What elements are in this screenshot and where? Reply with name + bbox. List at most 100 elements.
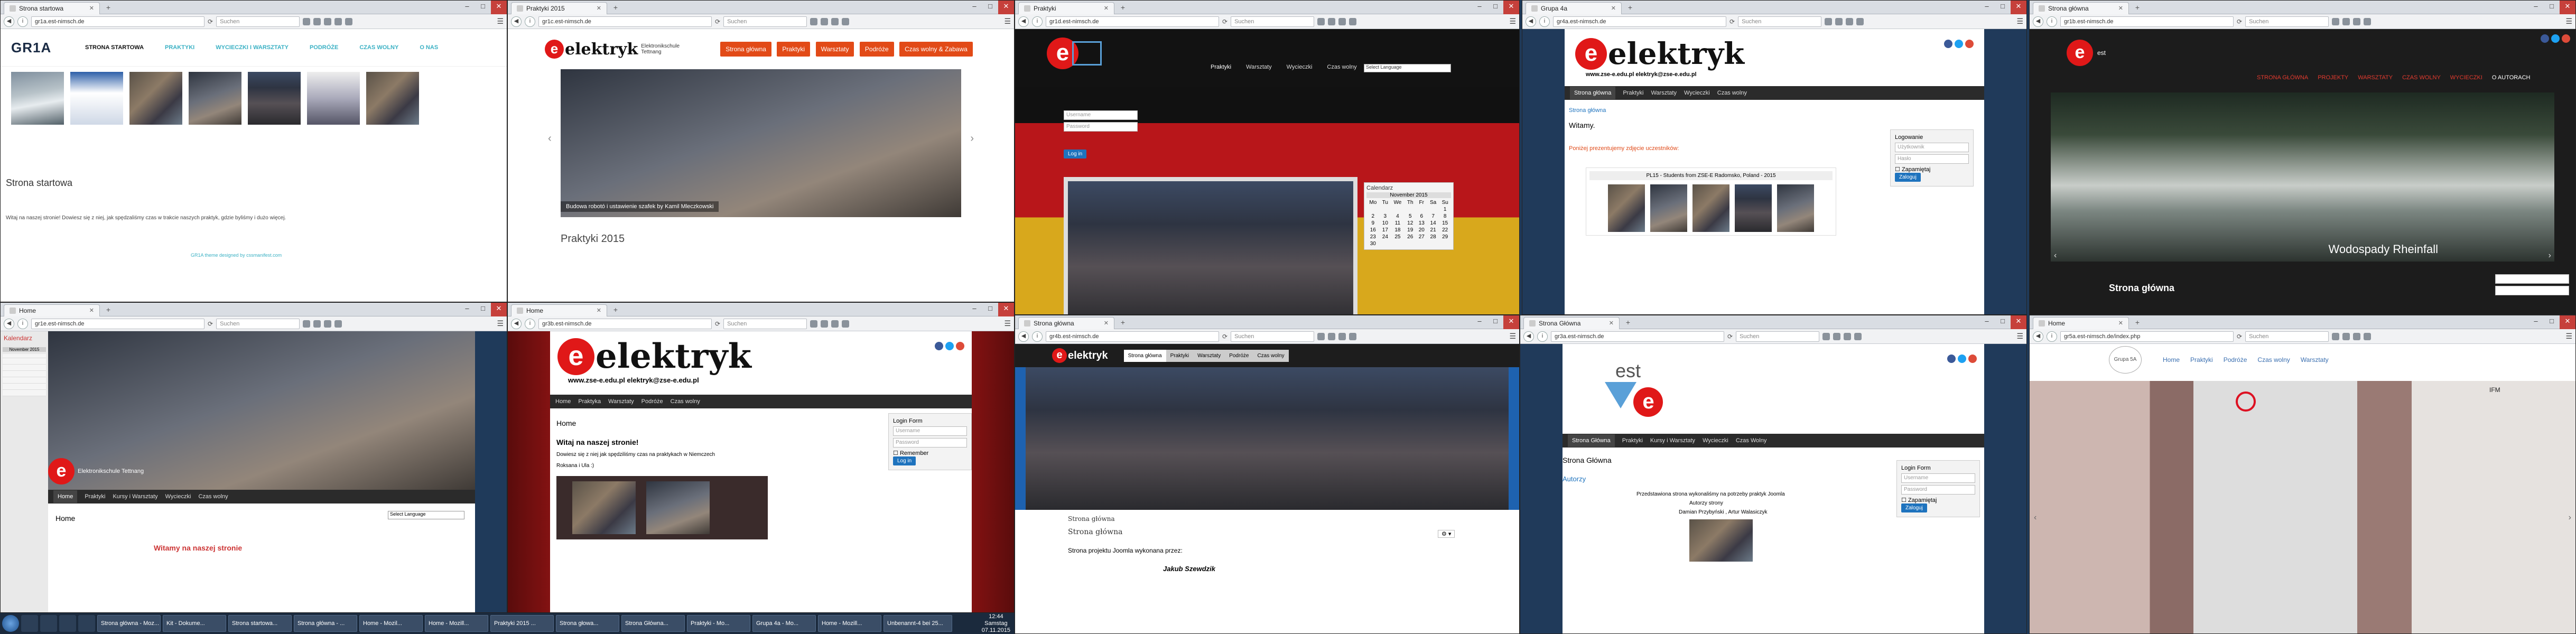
menu-icon[interactable]: ☰	[1509, 17, 1516, 26]
url-bar[interactable]: gr1b.est-nimsch.de	[2060, 16, 2234, 27]
calendar-day[interactable]: 13	[1416, 220, 1427, 227]
author-photo[interactable]	[646, 481, 710, 534]
taskbar-item[interactable]: Unbenannt-4 bei 25...	[884, 615, 952, 632]
url-bar[interactable]: gr1d.est-nimsch.de	[1046, 16, 1219, 27]
header-image[interactable]: e Elektronikschule Tettnang	[48, 331, 475, 490]
gallery-thumbnail[interactable]	[11, 72, 64, 125]
star-icon[interactable]	[2332, 332, 2340, 340]
nav-item[interactable]: STRONA GŁÓWNA	[2257, 74, 2308, 81]
nav-item[interactable]: Czas Wolny	[1736, 437, 1766, 444]
nav-item[interactable]: Podróże	[641, 398, 663, 405]
bookmarks-icon[interactable]	[313, 320, 321, 328]
info-icon[interactable]: i	[2047, 16, 2057, 27]
slideshow-image[interactable]: ‹ › Wodospady Rheinfall	[2051, 92, 2554, 262]
back-icon[interactable]: ◀	[4, 318, 14, 329]
star-icon[interactable]	[303, 320, 311, 328]
bookmarks-icon[interactable]	[1833, 332, 1841, 340]
browser-tab[interactable]: Strona startowa ✕	[4, 2, 100, 14]
facebook-icon[interactable]	[1944, 40, 1952, 48]
nav-item[interactable]: STRONA STARTOWA	[85, 44, 144, 51]
gallery-thumbnail[interactable]	[129, 72, 182, 125]
google-plus-icon[interactable]	[1968, 355, 1977, 363]
calendar-day[interactable]: 25	[1391, 234, 1405, 240]
new-tab-button[interactable]: +	[103, 305, 114, 314]
bookmarks-icon[interactable]	[821, 17, 829, 25]
slideshow-image[interactable]: ‹ › Budowa robotó i ustawienie szafek by…	[548, 69, 974, 217]
nav-item[interactable]: PRAKTYKI	[165, 44, 194, 51]
maximize-icon[interactable]: □	[1995, 1, 2011, 14]
new-tab-button[interactable]: +	[2132, 318, 2143, 327]
site-logo[interactable]: e	[1047, 38, 1102, 69]
calendar-day[interactable]: 9	[1366, 220, 1380, 227]
author-photo[interactable]	[1689, 519, 1753, 562]
info-icon[interactable]: i	[1537, 331, 1548, 342]
url-bar[interactable]: gr4b.est-nimsch.de	[1046, 331, 1219, 342]
info-icon[interactable]: i	[1539, 16, 1550, 27]
member-photo[interactable]	[1735, 184, 1772, 232]
calendar-day[interactable]: 7	[1427, 213, 1439, 220]
minimize-icon[interactable]: –	[966, 1, 982, 14]
nav-item[interactable]: Warsztaty	[2301, 356, 2329, 363]
download-icon[interactable]	[831, 320, 839, 328]
search-input[interactable]: Suchen	[1738, 16, 1822, 27]
reload-icon[interactable]: ⟳	[715, 18, 720, 25]
menu-icon[interactable]: ☰	[497, 319, 504, 328]
slideshow-image[interactable]: IFM ‹ ›	[2030, 381, 2575, 633]
download-icon[interactable]	[1338, 17, 1346, 25]
calendar-day[interactable]: 5	[1405, 213, 1416, 220]
calendar-day[interactable]: 6	[1416, 213, 1427, 220]
home-icon[interactable]	[1854, 332, 1862, 340]
menu-icon[interactable]: ☰	[2016, 332, 2023, 341]
nav-item[interactable]: Wycieczki	[165, 493, 191, 500]
next-arrow-icon[interactable]: ›	[2549, 251, 2551, 260]
url-bar[interactable]: gr5a.est-nimsch.de/index.php	[2060, 331, 2234, 342]
minimize-icon[interactable]: –	[2528, 1, 2544, 14]
login-button[interactable]: Zaloguj	[1895, 173, 1921, 182]
calendar-day[interactable]	[1366, 206, 1380, 213]
calendar-day[interactable]: 30	[1366, 240, 1380, 247]
calendar-day[interactable]: 4	[1391, 213, 1405, 220]
close-window-icon[interactable]: ✕	[2560, 1, 2575, 14]
remember-checkbox[interactable]: ☐ Remember	[893, 450, 967, 456]
new-tab-button[interactable]: +	[610, 3, 621, 12]
info-icon[interactable]: i	[17, 16, 28, 27]
download-icon[interactable]	[2353, 17, 2361, 25]
firefox-icon[interactable]	[40, 615, 57, 632]
search-input[interactable]: Suchen	[216, 16, 300, 27]
nav-item[interactable]: Praktyki	[1211, 64, 1231, 70]
prev-arrow-icon[interactable]: ‹	[548, 133, 552, 145]
back-icon[interactable]: ◀	[1523, 331, 1534, 342]
close-window-icon[interactable]: ✕	[998, 1, 1014, 14]
close-window-icon[interactable]: ✕	[491, 1, 507, 14]
nav-item[interactable]: Home	[2163, 356, 2180, 363]
search-input[interactable]: Suchen	[1736, 331, 1820, 342]
taskbar-item[interactable]: Strona główna - ...	[294, 615, 357, 632]
maximize-icon[interactable]: □	[1487, 1, 1503, 14]
star-icon[interactable]	[2332, 17, 2340, 25]
maximize-icon[interactable]: □	[982, 303, 998, 316]
username-input[interactable]	[2495, 274, 2569, 284]
download-icon[interactable]	[324, 320, 332, 328]
back-icon[interactable]: ◀	[4, 16, 14, 27]
member-photo[interactable]	[1692, 184, 1729, 232]
new-tab-button[interactable]: +	[1118, 318, 1128, 327]
new-tab-button[interactable]: +	[1118, 3, 1128, 12]
menu-button[interactable]: Warsztaty	[815, 42, 854, 57]
back-icon[interactable]: ◀	[511, 16, 522, 27]
nav-item[interactable]: CZAS WOLNY	[2402, 74, 2441, 81]
calendar-day[interactable]: 27	[1416, 234, 1427, 240]
minimize-icon[interactable]: –	[2528, 315, 2544, 329]
close-tab-icon[interactable]: ✕	[1609, 318, 1614, 329]
password-input[interactable]: Password	[1901, 485, 1975, 495]
calendar-day[interactable]	[1439, 240, 1451, 247]
download-icon[interactable]	[1844, 332, 1852, 340]
maximize-icon[interactable]: □	[1995, 315, 2011, 329]
home-icon[interactable]	[2364, 17, 2372, 25]
url-bar[interactable]: gr1c.est-nimsch.de	[538, 16, 712, 27]
nav-item[interactable]: Praktyki	[1166, 350, 1194, 362]
maximize-icon[interactable]: □	[475, 1, 491, 14]
twitter-icon[interactable]	[1955, 40, 1963, 48]
info-icon[interactable]: i	[525, 318, 535, 329]
star-icon[interactable]	[1825, 17, 1833, 25]
taskbar-item[interactable]: Strona Główna...	[621, 615, 685, 632]
